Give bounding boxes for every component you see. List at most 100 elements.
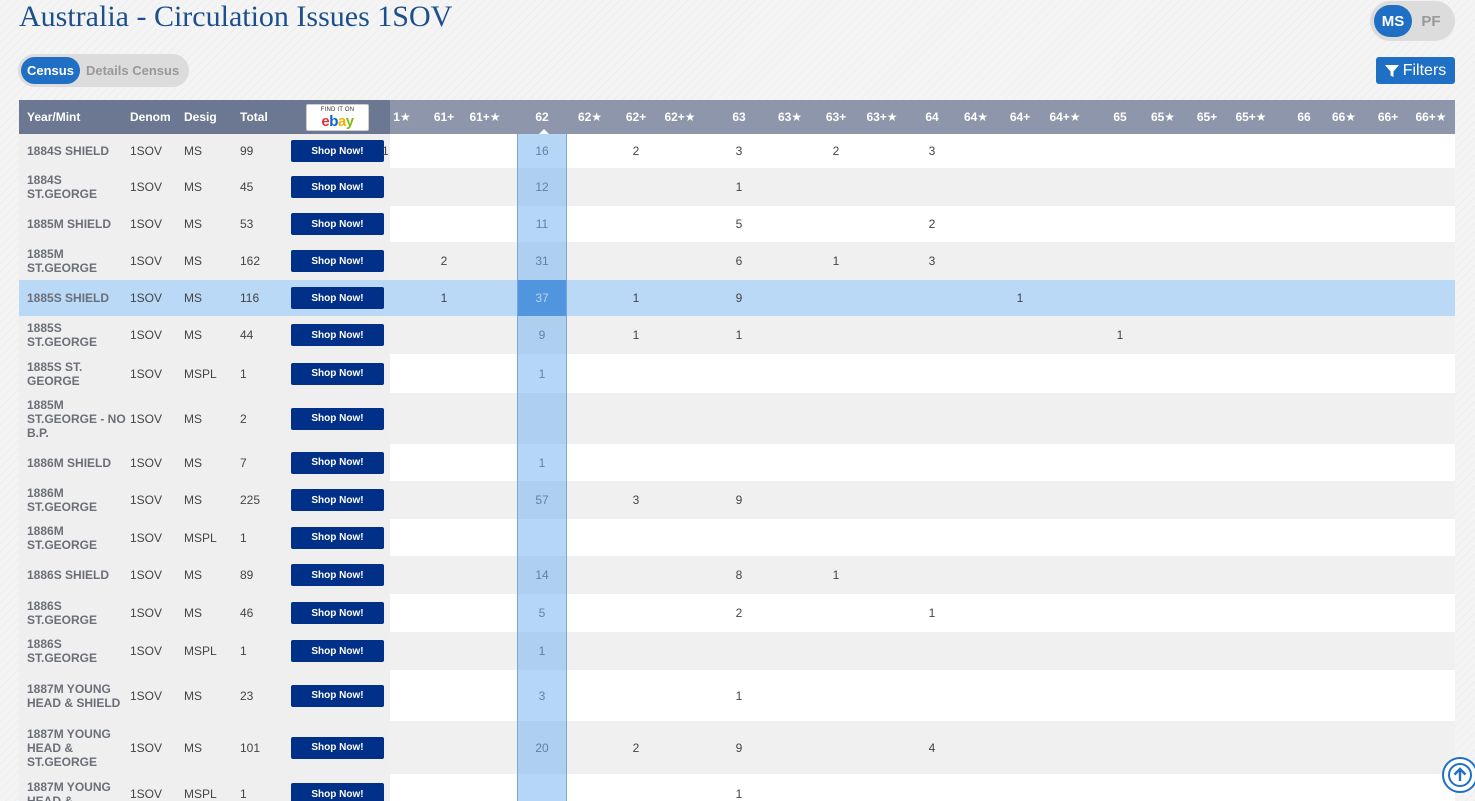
grade-count[interactable]: 3 bbox=[616, 481, 656, 519]
grade-count[interactable]: 8 bbox=[719, 556, 759, 594]
table-row[interactable]: 1886S ST.GEORGE 1SOV MSPL 1 Shop Now! 1 bbox=[19, 632, 1455, 670]
coin-name[interactable]: 1886M SHIELD bbox=[27, 444, 127, 481]
grade-header[interactable]: 64+★ bbox=[1045, 100, 1085, 134]
table-row[interactable]: 1885M ST.GEORGE - NO B.P. 1SOV MS 2 Shop Now… bbox=[19, 393, 1455, 444]
grade-count[interactable]: 3 bbox=[912, 242, 952, 280]
grade-count[interactable]: 3 bbox=[522, 670, 562, 721]
col-denom[interactable]: Denom bbox=[130, 100, 171, 134]
grade-count[interactable]: 1 bbox=[1100, 316, 1140, 354]
coin-name[interactable]: 1887M YOUNG HEAD & ST.GEORGE bbox=[27, 721, 127, 774]
grade-header[interactable]: 1★ bbox=[382, 100, 422, 134]
total-value[interactable]: 99 bbox=[240, 134, 253, 168]
coin-name[interactable]: 1885S SHIELD bbox=[27, 280, 127, 316]
grade-header[interactable]: 64 bbox=[912, 100, 952, 134]
shop-now-button[interactable]: Shop Now! bbox=[291, 362, 384, 385]
grade-count[interactable]: 2 bbox=[616, 134, 656, 168]
grade-count[interactable]: 11 bbox=[522, 206, 562, 242]
grade-count[interactable]: 5 bbox=[522, 594, 562, 632]
shop-now-button[interactable]: Shop Now! bbox=[291, 287, 384, 309]
grade-count[interactable]: 6 bbox=[719, 242, 759, 280]
grade-count[interactable]: 31 bbox=[522, 242, 562, 280]
table-row[interactable]: 1887M YOUNG HEAD & ST.GEORGE 1SOV MS 101 Sho… bbox=[19, 721, 1455, 774]
grade-count[interactable]: 37 bbox=[517, 280, 567, 316]
grade-count[interactable]: 1 bbox=[522, 354, 562, 393]
grade-header[interactable]: 63+ bbox=[816, 100, 856, 134]
grade-count[interactable]: 12 bbox=[522, 168, 562, 206]
ms-pf-toggle[interactable]: MS PF bbox=[1370, 1, 1455, 41]
table-row[interactable]: 1887M YOUNG HEAD & 1SOV MSPL 1 Shop Now! 1 bbox=[19, 774, 1455, 801]
grade-count[interactable]: 1 bbox=[816, 556, 856, 594]
grade-count[interactable]: 2 bbox=[912, 206, 952, 242]
total-value[interactable]: 2 bbox=[240, 393, 247, 444]
total-value[interactable]: 7 bbox=[240, 444, 247, 481]
grade-count[interactable]: 3 bbox=[912, 134, 952, 168]
grade-header[interactable]: 65★ bbox=[1143, 100, 1183, 134]
grade-header[interactable]: 63 bbox=[719, 100, 759, 134]
grade-count[interactable]: 1 bbox=[719, 316, 759, 354]
table-row[interactable]: 1885M ST.GEORGE 1SOV MS 162 Shop Now! 2 31 6 1 3 bbox=[19, 242, 1455, 280]
coin-name[interactable]: 1885M ST.GEORGE bbox=[27, 242, 127, 280]
grade-count[interactable]: 1 bbox=[1000, 280, 1040, 316]
total-value[interactable]: 1 bbox=[240, 774, 247, 801]
coin-name[interactable]: 1884S SHIELD bbox=[27, 134, 127, 168]
total-value[interactable]: 89 bbox=[240, 556, 253, 594]
shop-now-button[interactable]: Shop Now! bbox=[291, 640, 384, 662]
total-value[interactable]: 53 bbox=[240, 206, 253, 242]
coin-name[interactable]: 1884S ST.GEORGE bbox=[27, 168, 127, 206]
scroll-to-top-button[interactable] bbox=[1442, 757, 1475, 793]
shop-now-button[interactable]: Shop Now! bbox=[291, 564, 384, 586]
grade-count[interactable]: 1 bbox=[382, 134, 422, 168]
coin-name[interactable]: 1887M YOUNG HEAD & SHIELD bbox=[27, 670, 127, 721]
grade-header[interactable]: 65 bbox=[1100, 100, 1140, 134]
coin-name[interactable]: 1885S ST.GEORGE bbox=[27, 316, 127, 354]
col-desig[interactable]: Desig bbox=[184, 100, 217, 134]
grade-header[interactable]: 62+★ bbox=[660, 100, 700, 134]
coin-name[interactable]: 1885S ST. GEORGE bbox=[27, 354, 127, 393]
grade-count[interactable]: 9 bbox=[719, 481, 759, 519]
table-row[interactable]: 1886S ST.GEORGE 1SOV MS 46 Shop Now! 5 2 1 bbox=[19, 594, 1455, 632]
total-value[interactable]: 1 bbox=[240, 519, 247, 556]
shop-now-button[interactable]: Shop Now! bbox=[291, 250, 384, 272]
total-value[interactable]: 1 bbox=[240, 632, 247, 670]
grade-count[interactable]: 14 bbox=[522, 556, 562, 594]
grade-header[interactable]: 65+★ bbox=[1231, 100, 1271, 134]
grade-count[interactable]: 9 bbox=[719, 280, 759, 316]
table-row[interactable]: 1886M ST.GEORGE 1SOV MS 225 Shop Now! 57 3 9 bbox=[19, 481, 1455, 519]
grade-count[interactable]: 1 bbox=[719, 774, 759, 801]
coin-name[interactable]: 1887M YOUNG HEAD & bbox=[27, 774, 127, 801]
grade-header[interactable]: 66★ bbox=[1324, 100, 1364, 134]
coin-name[interactable]: 1885M ST.GEORGE - NO B.P. bbox=[27, 393, 127, 444]
shop-now-button[interactable]: Shop Now! bbox=[291, 407, 384, 430]
shop-now-button[interactable]: Shop Now! bbox=[291, 489, 384, 511]
grade-count[interactable]: 9 bbox=[719, 721, 759, 774]
grade-count[interactable]: 4 bbox=[912, 721, 952, 774]
census-tab[interactable]: Census bbox=[21, 57, 80, 84]
grade-count[interactable]: 9 bbox=[522, 316, 562, 354]
total-value[interactable]: 1 bbox=[240, 354, 247, 393]
table-row[interactable]: 1885S ST.GEORGE 1SOV MS 44 Shop Now! 9 1 1 1 bbox=[19, 316, 1455, 354]
grade-count[interactable]: 1 bbox=[616, 280, 656, 316]
shop-now-button[interactable]: Shop Now! bbox=[291, 213, 384, 235]
table-row[interactable]: 1885S SHIELD 1SOV MS 116 Shop Now! 1 37 1 9 1 bbox=[19, 280, 1455, 316]
grade-count[interactable]: 3 bbox=[719, 134, 759, 168]
grade-count[interactable]: 1 bbox=[616, 316, 656, 354]
grade-count[interactable]: 1 bbox=[719, 168, 759, 206]
shop-now-button[interactable]: Shop Now! bbox=[291, 140, 384, 162]
shop-now-button[interactable]: Shop Now! bbox=[291, 451, 384, 474]
grade-count[interactable]: 1 bbox=[424, 280, 464, 316]
table-row[interactable]: 1885M SHIELD 1SOV MS 53 Shop Now! 11 5 2 bbox=[19, 206, 1455, 242]
grade-header[interactable]: 65+ bbox=[1187, 100, 1227, 134]
grade-header[interactable]: 61+★ bbox=[465, 100, 505, 134]
total-value[interactable]: 225 bbox=[240, 481, 260, 519]
shop-now-button[interactable]: Shop Now! bbox=[291, 526, 384, 549]
details-census-tab[interactable]: Details Census bbox=[80, 57, 185, 84]
table-row[interactable]: 1885S ST. GEORGE 1SOV MSPL 1 Shop Now! 1 bbox=[19, 354, 1455, 393]
total-value[interactable]: 45 bbox=[240, 168, 253, 206]
table-row[interactable]: 1884S ST.GEORGE 1SOV MS 45 Shop Now! 12 1 bbox=[19, 168, 1455, 206]
grade-count[interactable]: 5 bbox=[719, 206, 759, 242]
grade-count[interactable]: 2 bbox=[424, 242, 464, 280]
total-value[interactable]: 162 bbox=[240, 242, 260, 280]
coin-name[interactable]: 1886M ST.GEORGE bbox=[27, 519, 127, 556]
coin-name[interactable]: 1885M SHIELD bbox=[27, 206, 127, 242]
coin-name[interactable]: 1886S ST.GEORGE bbox=[27, 632, 127, 670]
